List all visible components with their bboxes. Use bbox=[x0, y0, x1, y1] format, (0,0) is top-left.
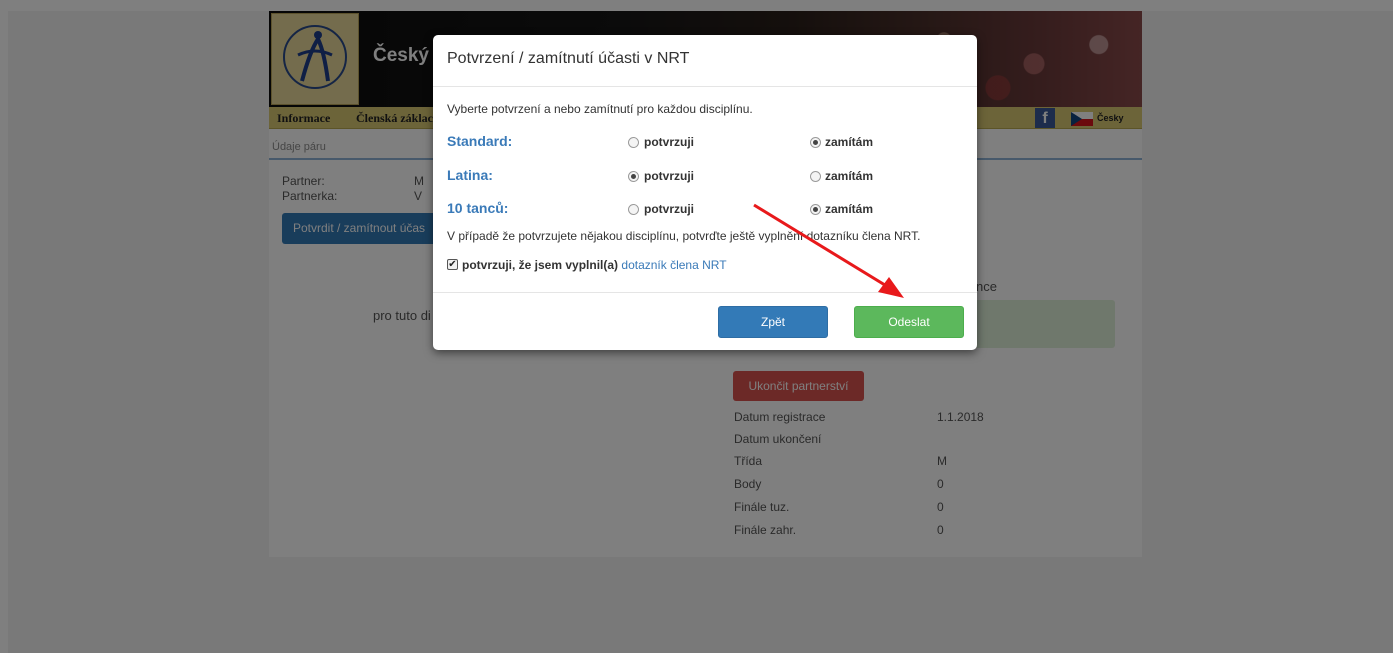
discipline-label-standard: Standard: bbox=[447, 133, 513, 149]
modal-body: Vyberte potvrzení a nebo zamítnutí pro k… bbox=[433, 87, 977, 292]
discipline-label-latina: Latina: bbox=[447, 167, 493, 183]
ten-dances-reject-radio[interactable] bbox=[810, 204, 821, 215]
ten-dances-reject-label[interactable]: zamítám bbox=[825, 202, 873, 216]
questionnaire-checkbox[interactable]: ✔ bbox=[447, 259, 458, 270]
questionnaire-checkbox-text[interactable]: potvrzuji, že jsem vyplnil(a) bbox=[462, 258, 618, 272]
questionnaire-note: V případě že potvrzujete nějakou discipl… bbox=[447, 229, 921, 243]
latina-reject-label[interactable]: zamítám bbox=[825, 169, 873, 183]
questionnaire-link[interactable]: dotazník člena NRT bbox=[621, 258, 726, 272]
standard-confirm-radio[interactable] bbox=[628, 137, 639, 148]
questionnaire-checkbox-label[interactable]: potvrzuji, že jsem vyplnil(a) dotazník č… bbox=[462, 258, 727, 272]
ten-dances-confirm-label[interactable]: potvrzuji bbox=[644, 202, 694, 216]
standard-confirm-label[interactable]: potvrzuji bbox=[644, 135, 694, 149]
modal-intro-text: Vyberte potvrzení a nebo zamítnutí pro k… bbox=[447, 102, 753, 116]
latina-reject-radio[interactable] bbox=[810, 171, 821, 182]
standard-reject-label[interactable]: zamítám bbox=[825, 135, 873, 149]
modal-header: Potvrzení / zamítnutí účasti v NRT bbox=[433, 35, 977, 87]
back-button[interactable]: Zpět bbox=[718, 306, 828, 338]
nrt-confirmation-modal: Potvrzení / zamítnutí účasti v NRT Vyber… bbox=[433, 35, 977, 350]
latina-confirm-label[interactable]: potvrzuji bbox=[644, 169, 694, 183]
modal-footer: Zpět Odeslat bbox=[433, 292, 977, 350]
discipline-label-10-dances: 10 tanců: bbox=[447, 200, 509, 216]
submit-button[interactable]: Odeslat bbox=[854, 306, 964, 338]
standard-reject-radio[interactable] bbox=[810, 137, 821, 148]
latina-confirm-radio[interactable] bbox=[628, 171, 639, 182]
ten-dances-confirm-radio[interactable] bbox=[628, 204, 639, 215]
modal-title: Potvrzení / zamítnutí účasti v NRT bbox=[447, 50, 690, 67]
